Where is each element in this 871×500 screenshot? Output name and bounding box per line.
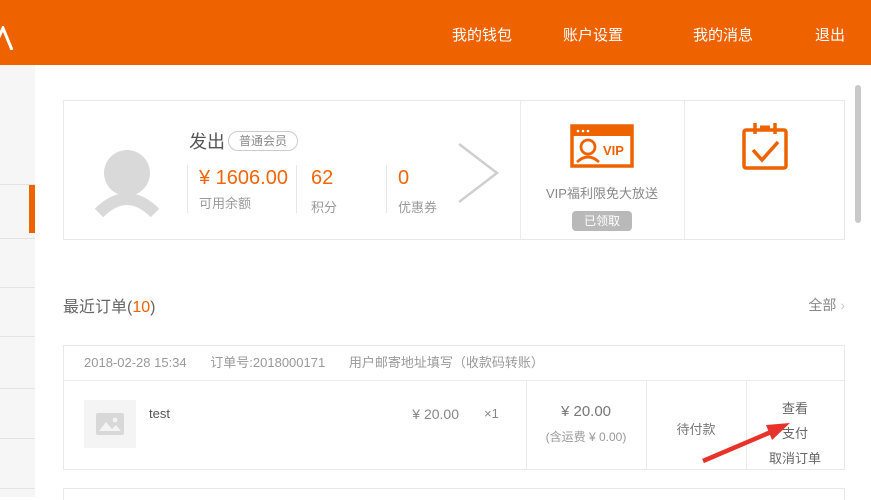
top-navbar: 我的钱包 账户设置 我的消息 退出	[0, 0, 871, 65]
image-placeholder-icon	[95, 412, 125, 436]
order-note: 用户邮寄地址填写（收款码转账）	[349, 355, 544, 370]
cancel-order-link[interactable]: 取消订单	[746, 452, 844, 465]
chevron-right-icon[interactable]	[456, 141, 502, 205]
product-quantity: ×1	[484, 406, 499, 421]
nav-my-messages[interactable]: 我的消息	[693, 28, 753, 43]
sidebar-divider	[0, 388, 35, 389]
nav-logout[interactable]: 退出	[815, 28, 845, 43]
nav-my-wallet[interactable]: 我的钱包	[452, 28, 512, 43]
recent-orders-title: 最近订单(10)	[63, 293, 155, 317]
calendar-check-icon	[741, 120, 789, 174]
shipping-note: (含运费 ¥ 0.00)	[526, 428, 646, 445]
vip-promo-block[interactable]: VIP VIP福利限免大放送 已领取	[520, 101, 684, 239]
sidebar-divider	[0, 238, 35, 239]
view-all-orders-link[interactable]: 全部›	[808, 295, 845, 315]
orders-title-text: 最近订单(	[63, 299, 132, 316]
sidebar-divider	[0, 438, 35, 439]
order-total: ¥ 20.00	[526, 403, 646, 420]
stat-divider	[386, 165, 387, 213]
orders-count: 10	[132, 299, 150, 316]
user-summary-card: 发出 普通会员 ¥ 1606.00 可用余额 62 积分 0 优惠券 VIP V…	[63, 100, 845, 240]
pay-order-link[interactable]: 支付	[746, 427, 844, 440]
balance-stat[interactable]: ¥ 1606.00 可用余额	[199, 167, 291, 212]
balance-value: ¥ 1606.00	[199, 167, 291, 189]
order-status: 待付款	[646, 419, 746, 438]
order-datetime: 2018-02-28 15:34	[84, 355, 187, 370]
points-stat[interactable]: 62 积分	[311, 167, 337, 216]
orders-title-paren: )	[150, 299, 155, 316]
sidebar-divider	[0, 488, 35, 489]
vertical-scrollbar-thumb[interactable]	[855, 85, 861, 223]
view-order-link[interactable]: 查看	[746, 402, 844, 415]
sidebar-divider	[0, 287, 35, 288]
member-level-badge: 普通会员	[228, 131, 298, 151]
points-label: 积分	[311, 197, 337, 216]
view-all-label: 全部	[808, 297, 836, 313]
username: 发出	[189, 128, 225, 154]
balance-label: 可用余额	[199, 193, 291, 212]
vip-browser-icon: VIP	[570, 124, 634, 168]
coupons-value: 0	[398, 167, 437, 189]
chevron-right-small-icon: ›	[840, 297, 845, 313]
coupons-label: 优惠券	[398, 197, 437, 216]
product-thumbnail[interactable]	[84, 400, 136, 448]
stat-divider	[296, 165, 297, 213]
order-actions-cell: 查看 支付 取消订单	[746, 392, 844, 465]
sidebar-clipped-menu	[0, 65, 35, 497]
product-name[interactable]: test	[149, 406, 170, 421]
next-order-card-edge	[63, 488, 845, 500]
nav-account-settings[interactable]: 账户设置	[563, 28, 623, 43]
claimed-button[interactable]: 已领取	[572, 211, 632, 231]
order-total-cell: ¥ 20.00 (含运费 ¥ 0.00)	[526, 403, 646, 445]
check-in-block[interactable]	[684, 101, 845, 239]
order-card: 2018-02-28 15:34 订单号:2018000171 用户邮寄地址填写…	[63, 345, 845, 470]
order-header: 2018-02-28 15:34 订单号:2018000171 用户邮寄地址填写…	[64, 346, 844, 381]
avatar-placeholder-icon	[95, 143, 159, 217]
sidebar-divider	[0, 336, 35, 337]
sidebar-active-indicator[interactable]	[29, 185, 35, 233]
order-number: 订单号:2018000171	[210, 355, 325, 370]
vip-promo-title: VIP福利限免大放送	[520, 183, 684, 202]
stat-divider	[187, 165, 188, 213]
logo-fragment-icon	[0, 26, 13, 50]
points-value: 62	[311, 167, 337, 189]
product-price: ¥ 20.00	[379, 406, 459, 422]
svg-text:VIP: VIP	[603, 143, 624, 158]
coupons-stat[interactable]: 0 优惠券	[398, 167, 437, 216]
